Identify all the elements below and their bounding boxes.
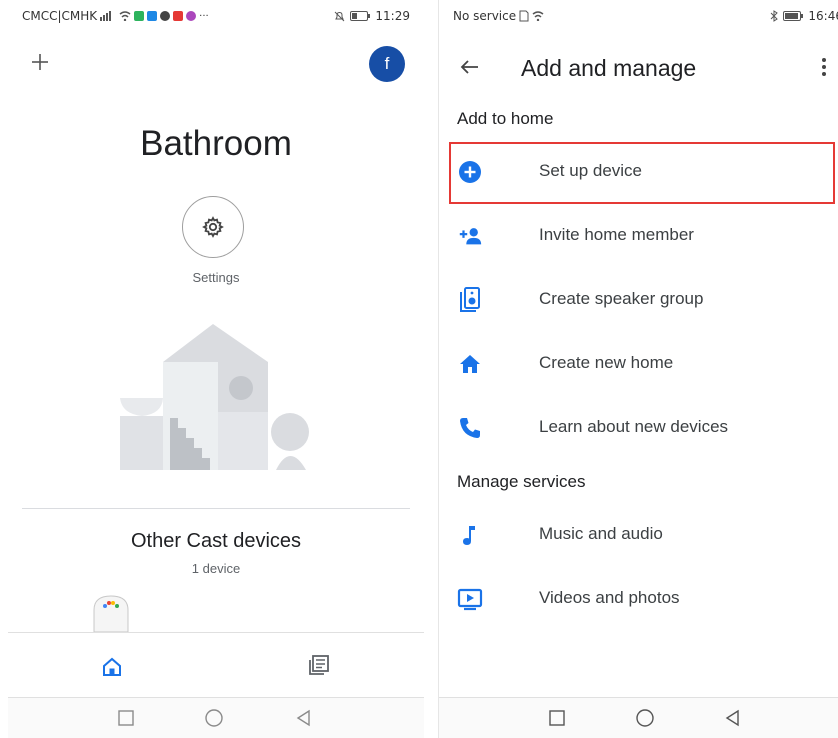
status-time: 11:29 [375,9,410,23]
back-triangle-icon[interactable] [723,708,743,728]
account-avatar[interactable]: f [369,46,405,82]
add-person-icon [457,223,483,249]
left-phone-screen: CMCC|CMHK ··· 11:29 f Bathroom Settings … [8,0,424,738]
menu-item-invite-home-member[interactable]: Invite home member [439,206,838,266]
home-circle-icon[interactable] [635,708,655,728]
bottom-tab-bar [8,632,424,699]
status-bar: CMCC|CMHK ··· 11:29 [8,0,424,28]
wifi-icon [532,11,544,21]
recent-apps-icon[interactable] [547,708,567,728]
app-notification-icon [173,11,184,21]
phone-icon [457,415,483,441]
carrier-text: CMCC|CMHK [22,9,98,23]
avatar-letter: f [384,54,390,73]
device-count: 1 device [191,561,241,576]
carrier-text: No service [453,9,517,23]
more-options-icon[interactable] [817,54,831,80]
menu-item-create-speaker-group[interactable]: Create speaker group [439,270,838,330]
room-title: Bathroom [140,124,292,163]
home-icon [457,351,483,377]
music-note-icon [457,522,483,548]
mute-icon [334,11,345,22]
right-phone-screen: No service 16:46 Add and manage Add to h… [438,0,838,738]
room-illustration [118,318,318,478]
app-notification-icon [147,11,158,21]
wifi-icon [119,11,131,21]
section-divider [22,508,410,509]
sim-icon [519,10,529,22]
status-time: 16:46 [808,9,838,23]
back-arrow-icon[interactable] [457,54,483,80]
menu-item-label: Create speaker group [539,289,704,308]
section-manage-services: Manage services [457,472,586,491]
menu-item-learn-about-new-devices[interactable]: Learn about new devices [439,398,838,458]
menu-item-label: Set up device [539,161,643,180]
gear-icon [201,215,225,239]
back-triangle-icon[interactable] [294,708,314,728]
home-tab-icon[interactable] [100,655,124,679]
menu-item-label: Create new home [539,353,674,372]
bluetooth-icon [770,10,779,22]
more-notifications-icon: ··· [199,10,209,22]
app-notification-icon [134,11,145,21]
speaker-icon [457,287,483,313]
menu-item-videos-and-photos[interactable]: Videos and photos [439,569,838,629]
plus-circle-icon [457,159,483,185]
recent-apps-icon[interactable] [116,708,136,728]
system-navigation-bar [8,697,424,738]
home-circle-icon[interactable] [204,708,224,728]
battery-icon [350,11,371,21]
signal-icon [100,11,116,21]
menu-item-create-new-home[interactable]: Create new home [439,334,838,394]
menu-item-music-and-audio[interactable]: Music and audio [439,505,838,565]
menu-item-label: Videos and photos [539,588,680,607]
menu-item-label: Music and audio [539,524,663,543]
app-notification-icon [186,11,197,21]
system-navigation-bar [439,697,838,738]
google-home-device-icon[interactable] [88,592,134,633]
add-icon[interactable] [28,50,52,74]
header-title: Add and manage [521,55,697,81]
battery-icon [783,11,804,21]
app-notification-icon [160,11,171,21]
feed-tab-icon[interactable] [307,653,331,677]
other-devices-title: Other Cast devices [130,530,302,552]
video-icon [457,586,483,612]
settings-label: Settings [192,270,240,285]
status-bar: No service 16:46 [439,0,838,28]
menu-item-set-up-device[interactable]: Set up device [439,142,838,204]
section-add-to-home: Add to home [457,109,554,128]
menu-item-label: Learn about new devices [539,417,729,436]
settings-button[interactable] [182,196,244,258]
menu-item-label: Invite home member [539,225,694,244]
